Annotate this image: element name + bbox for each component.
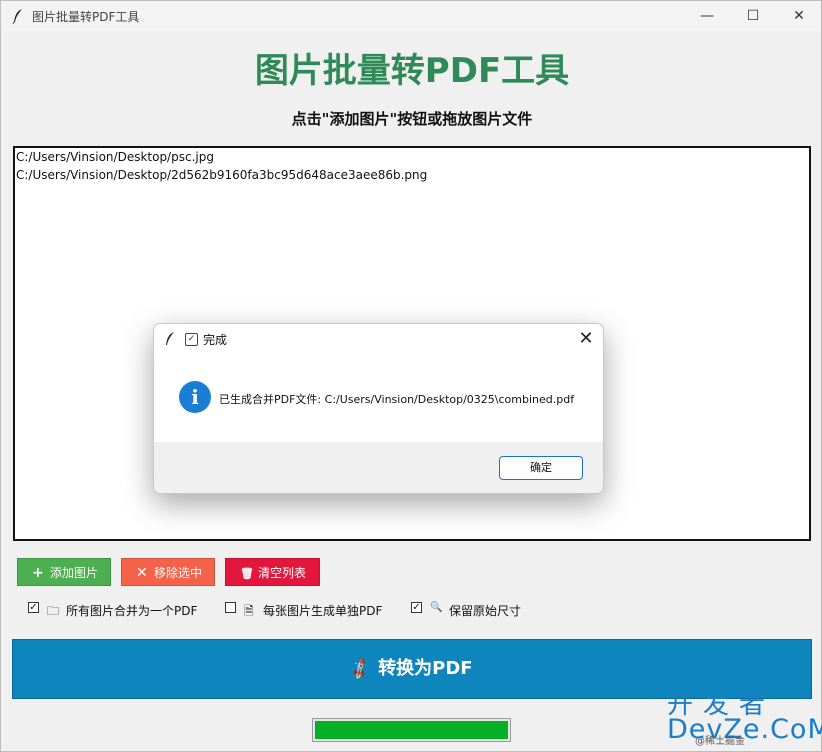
maximize-button[interactable]: ☐ [730, 1, 776, 31]
feather-icon [12, 9, 22, 24]
magnifier-icon: 🔍 [430, 602, 443, 613]
remove-selected-button[interactable]: ✕ 移除选中 [121, 558, 215, 586]
window-title: 图片批量转PDF工具 [32, 10, 140, 24]
list-item[interactable]: C:/Users/Vinsion/Desktop/psc.jpg [16, 150, 214, 164]
completion-dialog: ✓ 完成 ✕ i 已生成合并PDF文件: C:/Users/Vinsion/De… [153, 323, 604, 494]
dialog-title: 完成 [203, 333, 228, 347]
clear-list-button[interactable]: 🗑 清空列表 [225, 558, 320, 586]
keep-size-label: 保留原始尺寸 [449, 604, 522, 618]
add-images-label: 添加图片 [50, 566, 99, 580]
add-images-button[interactable]: + 添加图片 [17, 558, 111, 586]
keep-size-option[interactable]: ✓ 🔍 保留原始尺寸 [411, 602, 551, 618]
merge-all-label: 所有图片合并为一个PDF [66, 604, 198, 618]
convert-label: 转换为PDF [378, 658, 473, 679]
dialog-footer: 确定 [154, 442, 603, 493]
check-icon: ✓ [185, 333, 198, 346]
progress-bar [312, 718, 511, 742]
main-window: 图片批量转PDF工具 — ☐ ✕ 图片批量转PDF工具 点击"添加图片"按钮或拖… [0, 0, 822, 752]
remove-selected-label: 移除选中 [154, 566, 203, 580]
folder-icon: 🗀 [47, 604, 60, 618]
list-item[interactable]: C:/Users/Vinsion/Desktop/2d562b9160fa3bc… [16, 168, 427, 182]
document-icon: 🗎 [244, 604, 254, 618]
ok-button[interactable]: 确定 [499, 456, 583, 480]
watermark: 开发者 DevZe.CoM @稀土掘金 [667, 684, 822, 749]
close-button[interactable]: ✕ [776, 1, 822, 31]
title-bar[interactable]: 图片批量转PDF工具 — ☐ ✕ [1, 1, 821, 31]
page-subtitle: 点击"添加图片"按钮或拖放图片文件 [291, 110, 533, 128]
watermark-small: @稀土掘金 [695, 736, 745, 747]
dialog-close-button[interactable]: ✕ [574, 327, 598, 351]
clear-list-label: 清空列表 [258, 566, 307, 580]
dialog-message: 已生成合并PDF文件: C:/Users/Vinsion/Desktop/032… [219, 393, 575, 406]
info-icon: i [179, 381, 211, 413]
separate-pdf-option[interactable]: 🗎 每张图片生成单独PDF [225, 602, 405, 618]
merge-all-checkbox[interactable]: ✓ [28, 602, 39, 613]
rocket-icon: 🚀 [348, 656, 374, 682]
trash-icon: 🗑 [240, 567, 254, 580]
separate-pdf-label: 每张图片生成单独PDF [263, 604, 383, 618]
minimize-button[interactable]: — [684, 1, 730, 31]
separate-pdf-checkbox[interactable] [225, 602, 236, 613]
feather-icon [166, 332, 174, 345]
page-title: 图片批量转PDF工具 [254, 51, 570, 91]
keep-size-checkbox[interactable]: ✓ [411, 602, 422, 613]
progress-fill [315, 721, 508, 739]
x-icon: ✕ [136, 565, 148, 581]
plus-icon: + [32, 565, 44, 581]
merge-all-option[interactable]: ✓ 🗀 所有图片合并为一个PDF [28, 602, 218, 618]
dialog-title-bar[interactable]: ✓ 完成 ✕ [154, 324, 603, 354]
